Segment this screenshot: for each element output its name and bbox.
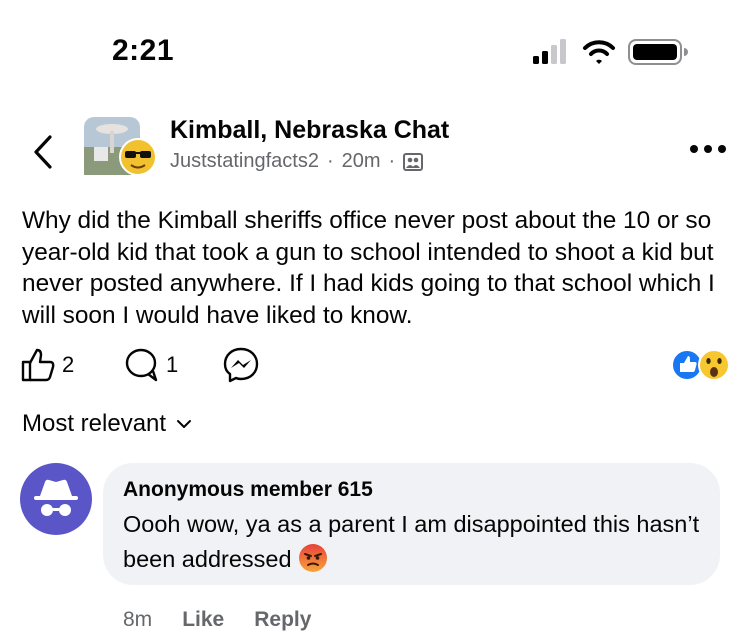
post-text: Why did the Kimball sheriffs office neve… [22,207,715,329]
battery-icon [628,39,688,65]
thumbs-up-icon [21,348,55,382]
send-button[interactable] [222,345,260,385]
comment-time: 8m [123,608,153,631]
signal-icon [533,39,566,64]
anonymous-icon [34,479,78,516]
meta-separator: · [388,150,396,172]
commenter-avatar[interactable] [20,463,92,535]
comment-reply-button[interactable]: Reply [254,608,311,632]
like-count: 2 [62,352,75,377]
group-photo [84,117,157,176]
group-name[interactable]: Kimball, Nebraska Chat [170,116,449,145]
post-actions: 2 1 [20,345,740,385]
status-time: 2:21 [112,34,175,67]
members-icon [403,152,424,171]
comment-author[interactable]: Anonymous member 615 [123,478,373,502]
comment-icon [125,348,158,382]
post-meta: Juststatingfacts2 · 20m · [170,150,424,173]
comment-text: Oooh wow, ya as a parent I am disappoint… [123,507,713,577]
sort-label: Most relevant [22,410,167,437]
chevron-down-icon [177,420,192,428]
comment-count: 1 [166,352,179,377]
status-icons [533,39,688,65]
more-options-button[interactable] [688,142,728,156]
wifi-icon [583,40,615,64]
angry-emoji-icon [298,543,327,572]
post-author[interactable]: Juststatingfacts2 [170,150,319,173]
comment-footer: 8m Like Reply [123,608,311,632]
chevron-left-icon [34,135,52,169]
group-avatar[interactable] [84,117,157,177]
back-button[interactable] [28,132,58,172]
like-reaction-icon [671,349,703,381]
messenger-icon [223,347,259,383]
comment-body: Oooh wow, ya as a parent I am disappoint… [123,511,700,572]
like-button[interactable]: 2 [20,345,74,385]
post-time[interactable]: 20m [342,150,381,173]
wow-reaction-icon [698,349,730,381]
comment-like-button[interactable]: Like [182,608,224,632]
more-dots-icon [690,145,726,153]
reaction-icons[interactable] [670,348,732,382]
comment-sort-dropdown[interactable]: Most relevant [22,410,192,438]
meta-separator: · [326,150,334,172]
comment-button[interactable]: 1 [124,345,178,385]
